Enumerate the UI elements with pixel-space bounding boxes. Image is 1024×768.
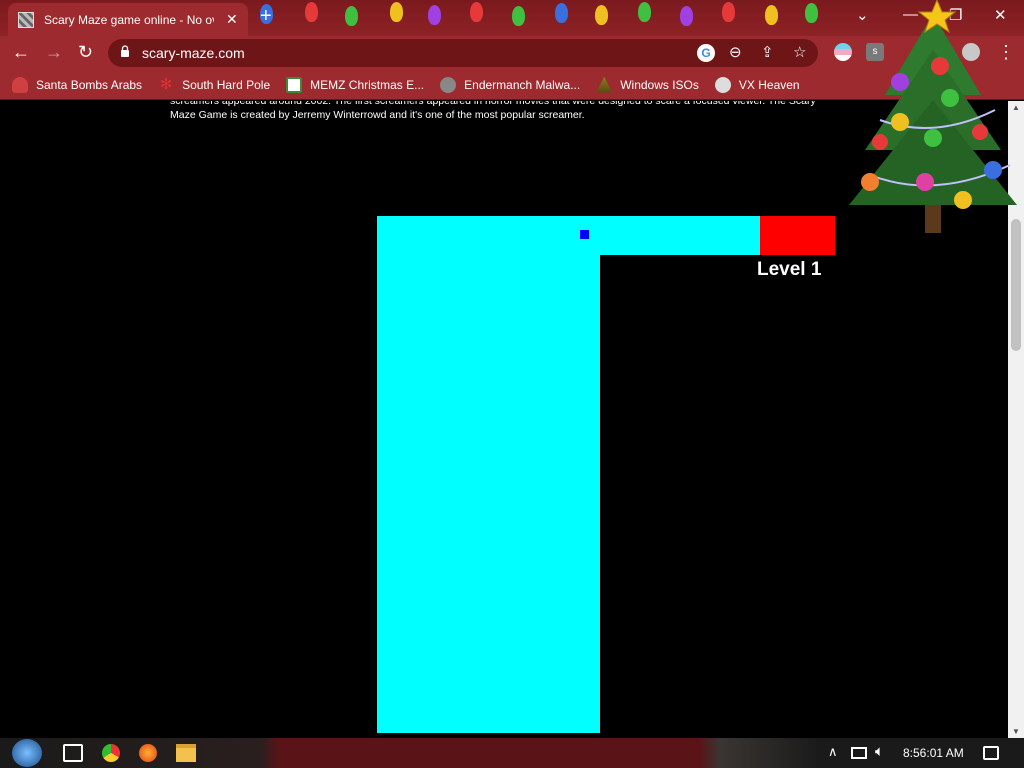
vx-icon xyxy=(714,76,731,93)
bookmark-memz-christmas[interactable]: MEMZ Christmas E... xyxy=(286,76,425,93)
santa-icon xyxy=(12,76,28,93)
volume-icon[interactable]: 🔈︎ xyxy=(875,743,895,761)
site-favicon-icon xyxy=(18,11,34,28)
address-bar[interactable]: scary-maze.com G ⊖ ⇪ ☆ xyxy=(108,39,818,67)
zoom-icon[interactable]: ⊖ xyxy=(729,43,742,61)
firefox-icon[interactable] xyxy=(139,744,157,762)
share-icon[interactable]: ⇪ xyxy=(761,43,774,61)
bookmark-label: South Hard Pole xyxy=(182,77,271,92)
christmas-lights-decoration xyxy=(250,0,850,36)
active-tab[interactable]: Scary Maze game online - No ov ✕ xyxy=(8,3,248,36)
chevron-up-icon[interactable]: ∧ xyxy=(828,744,848,762)
reload-button[interactable]: ↻ xyxy=(78,42,93,63)
url-text[interactable]: scary-maze.com xyxy=(142,45,245,61)
bookmark-label: Endermanch Malwa... xyxy=(464,77,581,92)
explorer-icon[interactable] xyxy=(176,744,196,762)
maze-path-vertical[interactable] xyxy=(377,255,600,733)
bookmark-windows-isos[interactable]: Windows ISOs xyxy=(596,76,699,93)
new-tab-button[interactable]: + xyxy=(260,5,272,28)
forward-button[interactable]: → xyxy=(45,42,63,63)
level-label: Level 1 xyxy=(757,259,822,280)
maze-goal[interactable] xyxy=(760,216,835,255)
intro-paragraph: screamers appeared around 2002. The firs… xyxy=(170,101,816,121)
lock-icon[interactable] xyxy=(120,45,130,57)
bookmark-vx-heaven[interactable]: VX Heaven xyxy=(714,76,800,93)
start-icon[interactable] xyxy=(12,739,42,767)
bookmark-label: Windows ISOs xyxy=(620,77,699,92)
tree-icon xyxy=(596,76,613,93)
raccoon-icon xyxy=(440,76,457,93)
tab-close-icon[interactable]: ✕ xyxy=(226,11,238,28)
memz-icon xyxy=(286,76,303,93)
bookmark-label: VX Heaven xyxy=(738,77,800,92)
windows-taskbar: ∧ 🔈︎ 8:56:01 AM xyxy=(0,738,1024,768)
bookmark-santa-bombs-arabs[interactable]: Santa Bombs Arabs xyxy=(12,76,143,93)
scroll-down-arrow-icon[interactable]: ▼ xyxy=(1012,727,1020,736)
bookmark-endermanch-malware[interactable]: Endermanch Malwa... xyxy=(440,76,581,93)
notification-icon[interactable] xyxy=(983,746,999,760)
bookmark-south-hard-pole[interactable]: ✻ South Hard Pole xyxy=(158,75,271,93)
bookmark-label: Santa Bombs Arabs xyxy=(36,77,143,92)
taskbar-clock[interactable]: 8:56:01 AM xyxy=(903,746,964,760)
tab-title: Scary Maze game online - No ov xyxy=(44,12,214,27)
maze-path-horizontal[interactable] xyxy=(377,216,760,255)
player-dot[interactable] xyxy=(580,230,589,239)
google-lens-icon[interactable]: G xyxy=(697,44,715,62)
back-button[interactable]: ← xyxy=(12,42,30,63)
network-icon[interactable] xyxy=(851,747,867,759)
bookmark-label: MEMZ Christmas E... xyxy=(310,77,425,92)
task-view-icon[interactable] xyxy=(63,744,83,762)
snowflake-icon: ✻ xyxy=(159,75,173,93)
bookmark-star-icon[interactable]: ☆ xyxy=(793,43,806,61)
christmas-tree-decoration xyxy=(849,0,1017,233)
chrome-icon[interactable] xyxy=(102,744,120,762)
